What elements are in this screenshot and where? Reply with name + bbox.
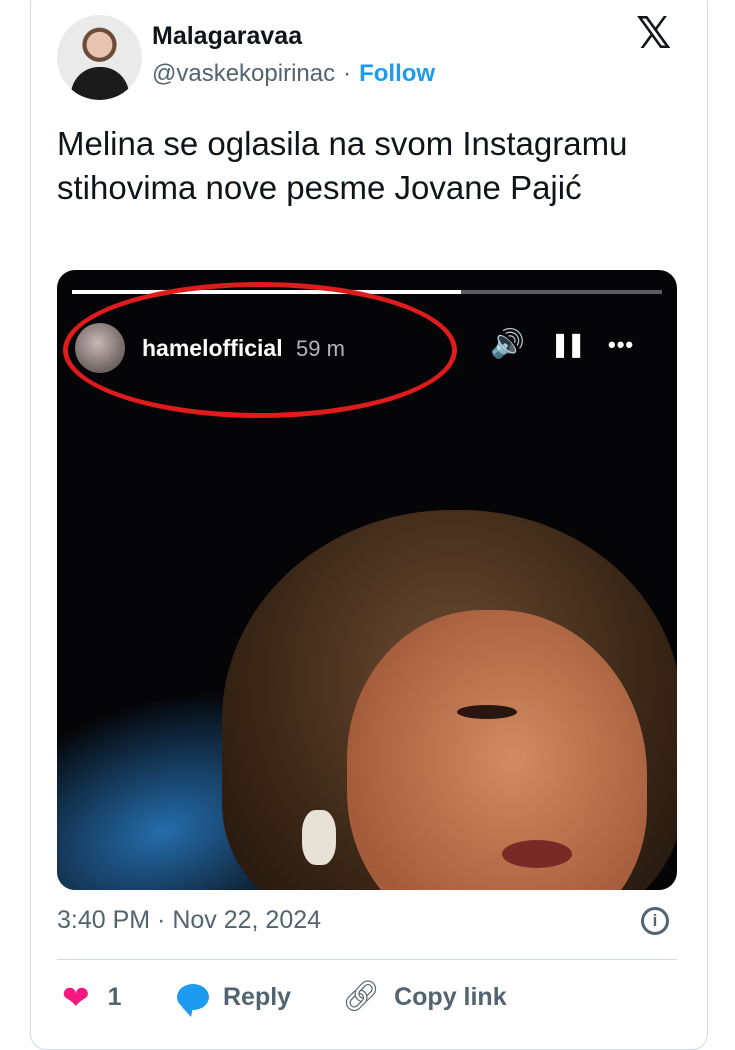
heart-icon: ❤: [62, 978, 90, 1016]
tweet-text: Melina se oglasila na svom Instagramu st…: [57, 125, 628, 206]
x-logo-icon[interactable]: 𝕏: [636, 12, 671, 56]
highlight-circle: [63, 282, 457, 418]
author-avatar[interactable]: [57, 15, 142, 100]
divider: [57, 959, 677, 960]
like-count: 1: [107, 982, 122, 1011]
reply-button[interactable]: Reply: [177, 980, 292, 1017]
tweet-timestamp[interactable]: 3:40 PM · Nov 22, 2024: [57, 906, 321, 935]
copy-link-label: Copy link: [394, 982, 507, 1011]
reply-bubble-icon: [177, 984, 209, 1017]
follow-button[interactable]: Follow: [359, 60, 435, 87]
handle-row: @vaskekopirinac · Follow: [152, 60, 435, 88]
pause-icon[interactable]: ❚❚: [550, 333, 586, 357]
copy-link-button[interactable]: 🔗︎ Copy link: [342, 980, 507, 1014]
more-options-icon[interactable]: •••: [608, 334, 634, 356]
author-name[interactable]: Malagaravaa: [152, 22, 302, 51]
info-icon[interactable]: i: [641, 907, 669, 935]
separator: ·: [343, 60, 352, 87]
volume-icon[interactable]: 🔊: [490, 330, 525, 358]
link-icon: 🔗︎: [342, 980, 381, 1013]
reply-label: Reply: [223, 982, 292, 1011]
like-button[interactable]: ❤ 1: [62, 980, 122, 1014]
author-handle[interactable]: @vaskekopirinac: [152, 60, 335, 87]
